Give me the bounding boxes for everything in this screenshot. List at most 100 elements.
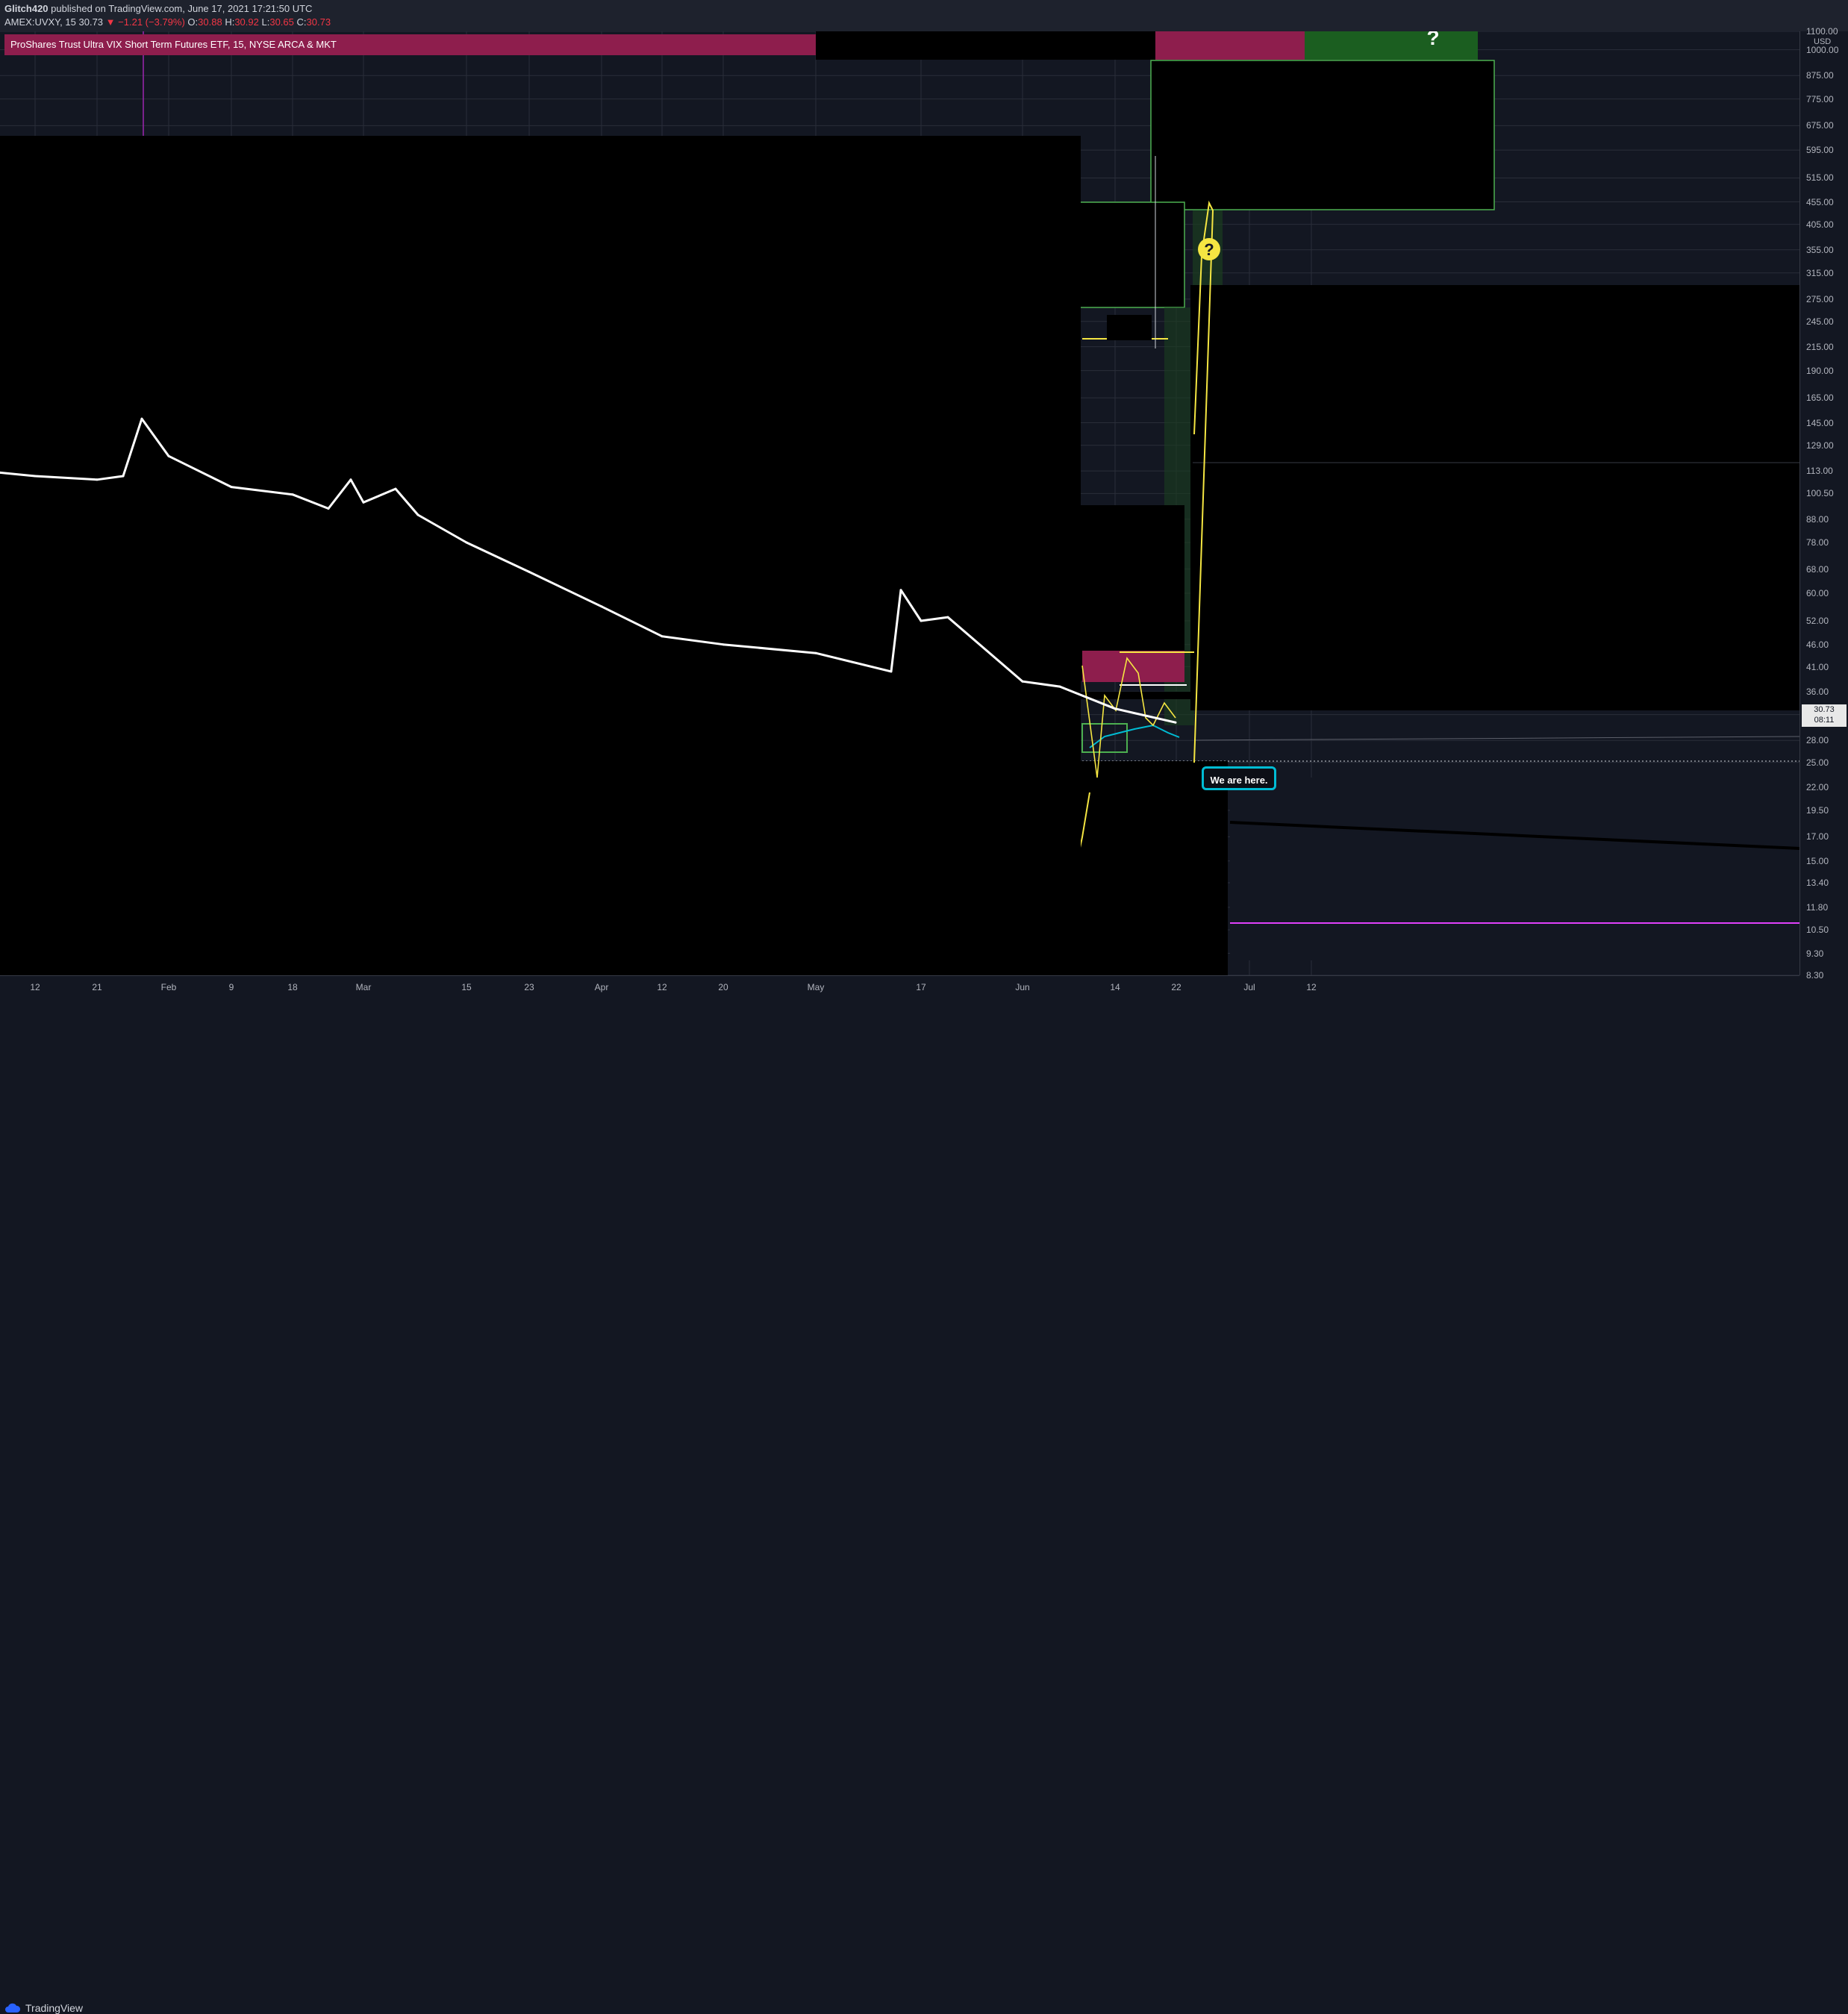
price-tick: 775.00 [1806,93,1834,104]
price-point [890,670,893,673]
price-point [899,589,902,592]
we-are-here-callout[interactable]: We are here. [1202,766,1276,790]
price-tick: 78.00 [1806,537,1829,548]
price-point [349,478,352,481]
published-text: published on TradingView.com, June 17, 2… [51,3,313,14]
price-point [814,651,817,654]
price-point [1021,680,1024,683]
price-tick: 28.00 [1806,735,1829,746]
price-point [167,454,170,457]
open-label: O: [187,16,199,28]
price-point [1114,707,1117,710]
price-point [465,541,468,544]
red-zone-top [1155,31,1305,60]
time-tick: Apr [594,982,609,992]
time-tick: Mar [355,982,372,992]
price-tick: 875.00 [1806,70,1834,81]
question-badge-text: ? [1204,240,1214,259]
price-tick: 52.00 [1806,615,1829,626]
close-label: C: [296,16,307,28]
time-tick: 12 [657,982,667,992]
low-value: 30.65 [269,16,294,28]
price-point [1174,721,1177,724]
price-point [362,501,365,504]
mask-right [1190,285,1799,710]
price-point [34,475,37,478]
price-tick: 15.00 [1806,855,1829,866]
question-mark-top: ? [1426,31,1439,49]
price-tick: 10.50 [1806,925,1829,936]
chart-pane[interactable]: ? ? We are here. [0,26,1800,978]
target-box-mid [1078,201,1185,308]
time-tick: 14 [1110,982,1120,992]
price-point [140,417,143,420]
time-tick: Feb [160,982,177,992]
price-point [230,486,233,489]
mask-top [816,31,1155,60]
tradingview-logo[interactable]: TradingView [4,2002,83,2014]
chart-canvas[interactable]: ? ? [0,26,1800,978]
price-tick: 165.00 [1806,393,1834,404]
down-arrow-icon: ▼ [105,16,116,28]
price-tick: 405.00 [1806,219,1834,230]
time-tick: 12 [30,982,40,992]
price-axis[interactable]: 1100.00 1000.00 875.00 775.00 675.00 595.00 51… [1799,26,1848,981]
price-point [600,605,603,608]
time-tick: 20 [718,982,728,992]
price-point [327,507,330,510]
price-tick: 113.00 [1806,466,1833,477]
lower-right-area [1230,778,1799,960]
price-point [122,475,125,478]
price-point [722,643,725,646]
price-tick: 515.00 [1806,172,1834,184]
price-point [291,493,294,496]
currency-unit: USD [1814,37,1832,46]
open-value: 30.88 [198,16,222,28]
price-point [946,616,949,619]
cyan-indicator-line [1089,724,1180,748]
price-tick: 145.00 [1806,417,1834,428]
price-point [661,635,664,638]
change-value: −1.21 (−3.79%) [118,16,185,28]
time-tick: 9 [228,982,234,992]
price-point [1058,685,1061,688]
price-tick: 17.00 [1806,831,1829,842]
high-label: H: [225,16,235,28]
mask-small [1107,315,1152,340]
price-tick: 315.00 [1806,267,1834,278]
time-axis[interactable]: 12 21 Feb 9 18 Mar 15 23 Apr 12 20 May 17 Jun 14 22 Jul 1… [0,975,1799,998]
high-value: 30.92 [234,16,259,28]
time-tick: 21 [92,982,102,992]
price-tick: 11.80 [1806,901,1829,913]
price-tick: 8.30 [1806,970,1824,981]
price-tick: 275.00 [1806,293,1834,304]
price-tick: 41.00 [1806,661,1829,672]
price-tick: 100.50 [1806,488,1834,499]
price-point [96,478,99,481]
price-tick: 88.00 [1806,513,1829,525]
price-tick: 46.00 [1806,639,1829,650]
gray-trendline [1193,736,1800,741]
last-price-value: 30.73 [1814,705,1835,714]
symbol-label: AMEX:UVXY, 15 [4,16,76,28]
mask-lower-left [1078,761,1228,975]
cloud-icon [5,2003,21,2013]
publish-info: Glitch420 published on TradingView.com, … [4,3,312,14]
price-tick: 129.00 [1806,440,1834,451]
target-box-upper [1150,60,1495,210]
time-tick: May [807,982,825,992]
price-point [416,513,419,516]
price-tick: 25.00 [1806,757,1829,768]
footer: TradingView [0,998,1848,2014]
brand-name: TradingView [25,2002,84,2014]
price-tick: 190.00 [1806,365,1834,376]
price-tick: 215.00 [1806,341,1834,352]
price-tick: 675.00 [1806,120,1834,131]
time-tick: Jun [1015,982,1030,992]
price-tick: 455.00 [1806,196,1834,207]
publisher-name[interactable]: Glitch420 [4,3,49,14]
price-tick: 19.50 [1806,804,1829,816]
price-tick: 68.00 [1806,563,1829,575]
price-tick: 355.00 [1806,244,1834,255]
bar-countdown: 08:11 [1814,716,1835,725]
